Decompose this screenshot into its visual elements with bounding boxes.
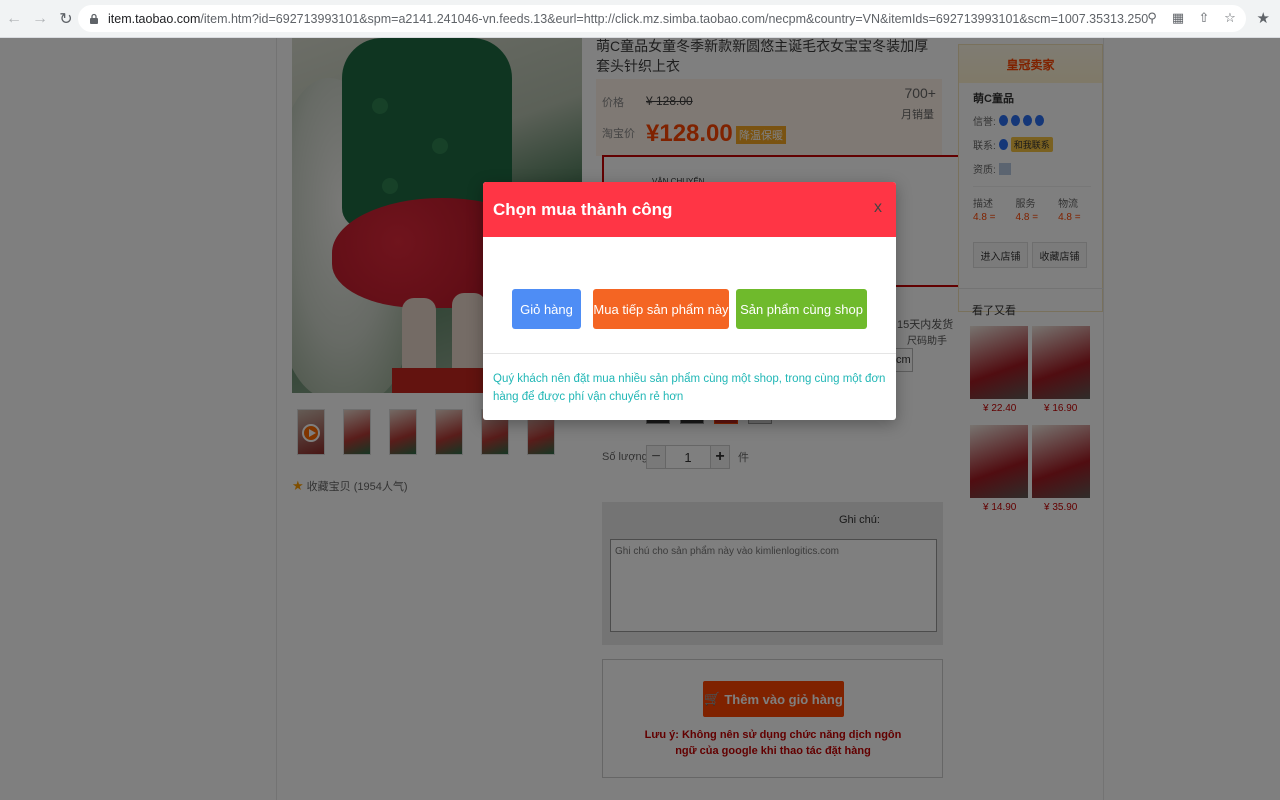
lock-icon	[90, 13, 98, 24]
same-shop-products-button[interactable]: Sản phẩm cùng shop	[736, 289, 867, 329]
url-path: /item.htm?id=692713993101&spm=a2141.2410…	[200, 11, 1148, 26]
url-text[interactable]: item.taobao.com/item.htm?id=692713993101…	[108, 12, 1148, 26]
go-to-cart-button[interactable]: Giỏ hàng	[512, 289, 581, 329]
back-icon[interactable]: ←	[2, 7, 26, 31]
modal-footer-note: Quý khách nên đặt mua nhiều sản phẩm cùn…	[493, 373, 886, 403]
continue-buying-button[interactable]: Mua tiếp sản phẩm này	[593, 289, 729, 329]
modal-body: Giỏ hàng Mua tiếp sản phẩm này Sản phẩm …	[483, 237, 896, 354]
reload-icon[interactable]: ↻	[54, 7, 78, 31]
close-icon[interactable]: x	[870, 198, 886, 218]
modal-title: Chọn mua thành công	[493, 199, 673, 219]
browser-toolbar: ← → ↻ item.taobao.com/item.htm?id=692713…	[0, 0, 1280, 38]
share-icon[interactable]: ⇧	[1196, 9, 1212, 27]
extensions-puzzle-icon[interactable]: ★	[1257, 9, 1270, 27]
modal-header: Chọn mua thành công x	[483, 182, 896, 237]
url-host: item.taobao.com	[108, 11, 201, 26]
purchase-success-modal: Chọn mua thành công x Giỏ hàng Mua tiếp …	[483, 182, 896, 420]
forward-icon[interactable]: →	[28, 7, 52, 31]
key-icon[interactable]: ⚲	[1144, 9, 1160, 27]
address-bar[interactable]: item.taobao.com/item.htm?id=692713993101…	[78, 5, 1246, 32]
translate-icon[interactable]: ▦	[1170, 9, 1186, 27]
bookmark-star-icon[interactable]: ☆	[1222, 9, 1238, 27]
